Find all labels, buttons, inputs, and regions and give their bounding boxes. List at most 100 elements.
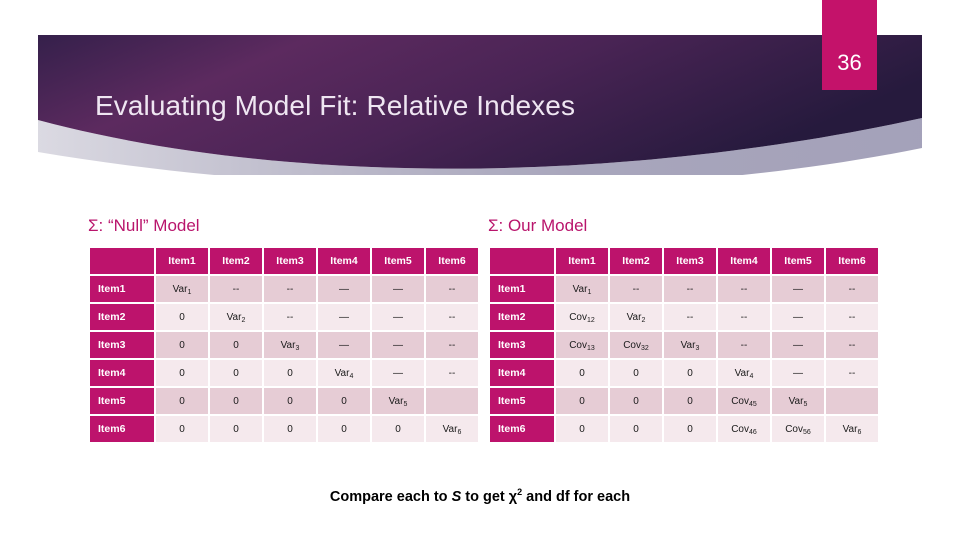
column-header-item5: Item5 xyxy=(772,248,824,274)
matrix-cell: -- xyxy=(718,276,770,302)
cell-value: Var xyxy=(572,283,588,295)
cell-value: 0 xyxy=(179,311,185,323)
row-header-item3: Item3 xyxy=(490,332,554,358)
matrix-body-our-model: Item1 Var1 -- -- -- — -- Item2 Cov12 Var2 -- -- — -- I… xyxy=(490,276,878,442)
matrix-cell: 0 xyxy=(372,416,424,442)
table-row: Item1 Var1 -- -- — — -- xyxy=(90,276,478,302)
matrix-cell: — xyxy=(772,332,824,358)
cell-value: — xyxy=(793,367,803,379)
matrix-cell: -- xyxy=(610,276,662,302)
panel-title-our-model: Σ: Our Model xyxy=(488,216,588,235)
matrix-cell: 0 xyxy=(664,388,716,414)
matrix-cell: -- xyxy=(826,360,878,386)
matrix-cell xyxy=(826,388,878,414)
cell-value: — xyxy=(793,283,803,295)
cell-value: -- xyxy=(286,311,294,323)
table-header-row: Item1 Item2 Item3 Item4 Item5 Item6 xyxy=(90,248,478,274)
matrix-cell: Var3 xyxy=(264,332,316,358)
table-corner-cell xyxy=(490,248,554,274)
cell-value: Var xyxy=(788,395,804,407)
matrix-cell: — xyxy=(372,276,424,302)
column-header-item2: Item2 xyxy=(210,248,262,274)
matrix-cell: 0 xyxy=(610,360,662,386)
cell-subscript: 45 xyxy=(749,400,757,408)
cell-value: 0 xyxy=(687,423,693,435)
panel-null-model: Σ: “Null” Model Item1 Item2 Item3 Item4 … xyxy=(88,216,480,444)
cell-value: -- xyxy=(740,311,748,323)
matrix-cell: -- xyxy=(718,304,770,330)
matrix-cell: -- xyxy=(826,332,878,358)
matrix-table-null-model: Item1 Item2 Item3 Item4 Item5 Item6 Item… xyxy=(88,246,480,444)
cell-value: -- xyxy=(686,283,694,295)
matrix-cell: Var1 xyxy=(556,276,608,302)
cell-value: — xyxy=(393,339,403,351)
matrix-cell: 0 xyxy=(318,416,370,442)
cell-value: 0 xyxy=(233,423,239,435)
matrix-cell: -- xyxy=(426,276,478,302)
matrix-cell: Var2 xyxy=(210,304,262,330)
column-header-item3: Item3 xyxy=(264,248,316,274)
cell-subscript: 4 xyxy=(349,372,354,380)
matrix-cell: Cov13 xyxy=(556,332,608,358)
table-row: Item6 0 0 0 0 0 Var6 xyxy=(90,416,478,442)
cell-value: -- xyxy=(448,367,456,379)
cell-value: 0 xyxy=(287,367,293,379)
column-header-item4: Item4 xyxy=(318,248,370,274)
cell-subscript: 6 xyxy=(857,428,862,436)
matrix-cell: -- xyxy=(826,304,878,330)
cell-value: -- xyxy=(632,283,640,295)
row-header-item6: Item6 xyxy=(90,416,154,442)
cell-value: 0 xyxy=(179,339,185,351)
table-row: Item4 0 0 0 Var4 — -- xyxy=(90,360,478,386)
matrix-cell: Cov45 xyxy=(718,388,770,414)
cell-value: — xyxy=(339,283,349,295)
matrix-cell: — xyxy=(772,304,824,330)
matrix-cell: — xyxy=(318,276,370,302)
cell-subscript: 3 xyxy=(295,344,300,352)
cell-value: -- xyxy=(848,311,856,323)
row-header-item4: Item4 xyxy=(90,360,154,386)
cell-value: 0 xyxy=(233,395,239,407)
matrix-cell: -- xyxy=(210,276,262,302)
caption-variable-s: S xyxy=(451,488,462,505)
cell-subscript: 32 xyxy=(641,344,649,352)
matrix-cell: 0 xyxy=(210,388,262,414)
matrix-cell: -- xyxy=(826,276,878,302)
caption-part-pre: Compare each to xyxy=(329,488,452,505)
cell-value: Var xyxy=(626,311,642,323)
row-header-item1: Item1 xyxy=(90,276,154,302)
cell-value: Cov xyxy=(731,423,749,435)
row-header-item2: Item2 xyxy=(490,304,554,330)
cell-value: 0 xyxy=(341,395,347,407)
matrix-cell: Var5 xyxy=(372,388,424,414)
column-header-item2: Item2 xyxy=(610,248,662,274)
cell-value: — xyxy=(339,311,349,323)
cell-subscript: 13 xyxy=(587,344,595,352)
matrix-cell: 0 xyxy=(156,388,208,414)
slide-number-badge xyxy=(822,0,877,90)
page-title: Evaluating Model Fit: Relative Indexes xyxy=(95,90,576,121)
cell-value: Var xyxy=(280,339,296,351)
cell-value: 0 xyxy=(233,367,239,379)
panel-title-null-model: Σ: “Null” Model xyxy=(88,216,200,235)
cell-value: -- xyxy=(740,283,748,295)
cell-value: -- xyxy=(740,339,748,351)
table-row: Item4 0 0 0 Var4 — -- xyxy=(490,360,878,386)
matrix-cell: Var6 xyxy=(426,416,478,442)
cell-value: — xyxy=(793,311,803,323)
table-header-row: Item1 Item2 Item3 Item4 Item5 Item6 xyxy=(490,248,878,274)
column-header-item6: Item6 xyxy=(826,248,878,274)
matrix-cell: -- xyxy=(664,276,716,302)
table-row: Item1 Var1 -- -- -- — -- xyxy=(490,276,878,302)
cell-value: -- xyxy=(448,283,456,295)
column-header-item4: Item4 xyxy=(718,248,770,274)
matrix-cell: 0 xyxy=(264,388,316,414)
cell-value: -- xyxy=(848,367,856,379)
cell-value: Var xyxy=(734,367,750,379)
column-header-item3: Item3 xyxy=(664,248,716,274)
column-header-item1: Item1 xyxy=(556,248,608,274)
cell-subscript: 2 xyxy=(241,316,246,324)
matrix-cell: -- xyxy=(426,360,478,386)
matrix-cell: 0 xyxy=(210,416,262,442)
row-header-item1: Item1 xyxy=(490,276,554,302)
